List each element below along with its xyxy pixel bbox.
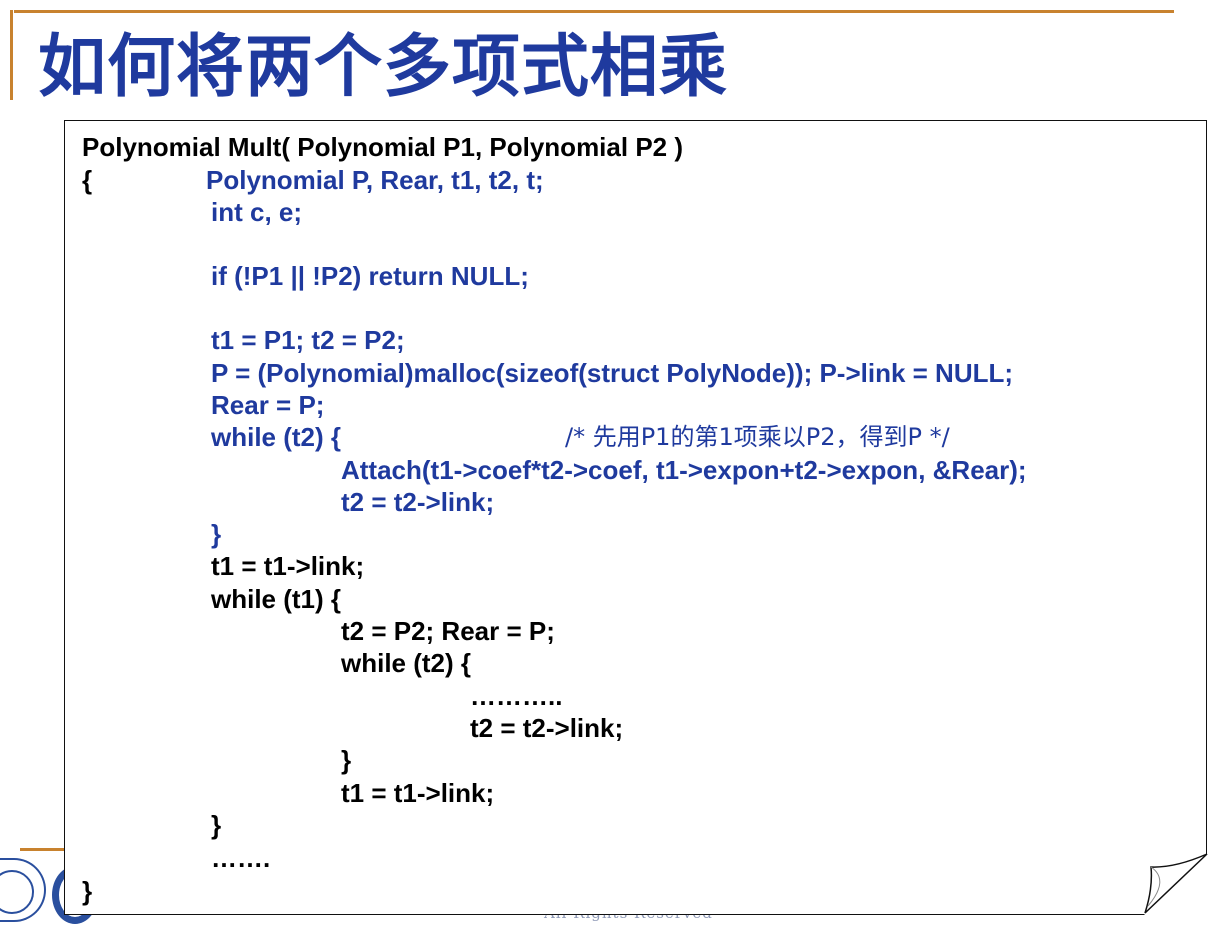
code-rear-init: Rear = P; <box>211 390 325 420</box>
code-reset: t2 = P2; Rear = P; <box>341 616 555 646</box>
code-decl-vars: Polynomial P, Rear, t1, t2, t; <box>206 165 544 195</box>
code-advance-t1: t1 = t1->link; <box>211 551 365 581</box>
code-while-t1: while (t1) { <box>211 584 342 614</box>
header-accent <box>10 10 13 100</box>
university-seal-icon <box>0 858 46 922</box>
code-decl-int: int c, e; <box>211 197 303 227</box>
code-advance-t1-inner: t1 = t1->link; <box>341 778 495 808</box>
code-ellipsis: ……….. <box>470 681 563 711</box>
code-init-t: t1 = P1; t2 = P2; <box>211 325 405 355</box>
code-close-brace: } <box>341 745 352 775</box>
code-close-brace: } <box>211 519 222 549</box>
code-while-t2-inner: while (t2) { <box>341 648 472 678</box>
code-advance-t2-inner: t2 = t2->link; <box>470 713 624 743</box>
code-ellipsis: ……. <box>211 843 271 873</box>
code-open-brace: { <box>82 165 93 195</box>
code-advance-t2: t2 = t2->link; <box>341 487 495 517</box>
code-card <box>64 120 1207 915</box>
slide-title: 如何将两个多项式相乘 <box>38 28 729 107</box>
code-attach: Attach(t1->coef*t2->coef, t1->expon+t2->… <box>341 455 1027 485</box>
header-rule <box>14 10 1174 13</box>
code-signature: Polynomial Mult( Polynomial P1, Polynomi… <box>82 132 683 162</box>
code-close-func: } <box>82 876 93 906</box>
code-close-brace: } <box>211 810 222 840</box>
code-malloc: P = (Polynomial)malloc(sizeof(struct Pol… <box>211 358 1014 388</box>
code-null-check: if (!P1 || !P2) return NULL; <box>211 261 529 291</box>
code-comment: /* 先用P1的第1项乘以P2，得到P */ <box>565 423 950 451</box>
code-while-t2: while (t2) { <box>211 422 342 452</box>
